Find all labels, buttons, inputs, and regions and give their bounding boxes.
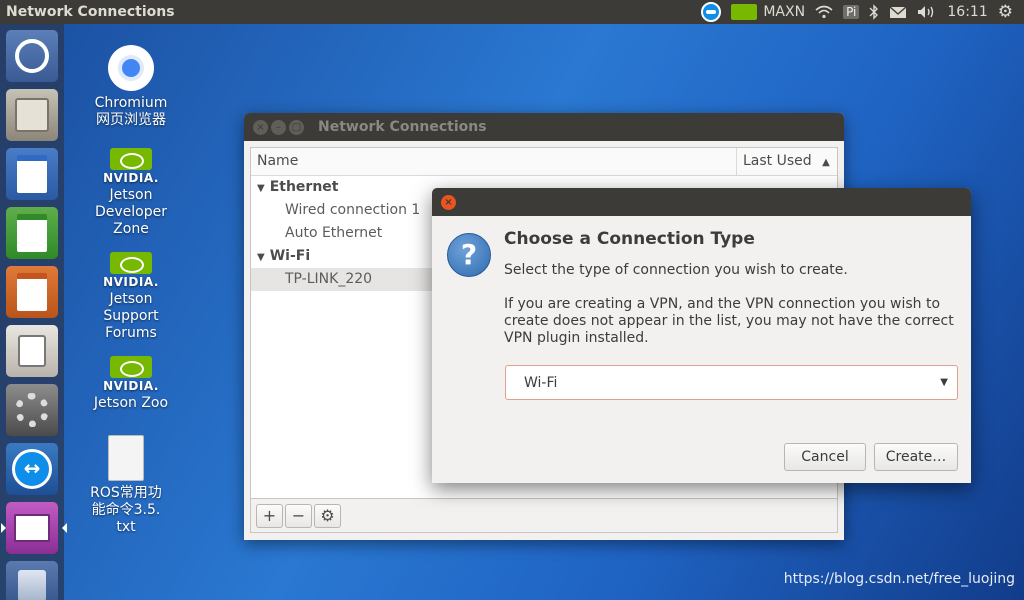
file-cabinet-icon: [15, 98, 49, 132]
group-label: Wi-Fi: [269, 248, 311, 264]
dialog-heading: Choose a Connection Type: [504, 229, 755, 249]
desktop-icon-label: txt: [116, 519, 136, 535]
sort-ascending-icon: ▲: [822, 157, 830, 168]
list-toolbar: + − ⚙: [250, 499, 838, 533]
teamviewer-tray-icon[interactable]: [696, 0, 726, 24]
dialog-subtitle: Select the type of connection you wish t…: [504, 262, 848, 278]
pi-indicator[interactable]: Pi: [838, 0, 864, 24]
column-header-name[interactable]: Name: [251, 148, 737, 175]
network-connections-launcher[interactable]: [1, 502, 67, 554]
selected-connection-type: Wi-Fi: [524, 374, 558, 391]
spreadsheet-icon: [17, 214, 47, 252]
gear-wrench-icon: [15, 393, 49, 427]
edit-connection-gear-button[interactable]: ⚙: [314, 503, 341, 528]
desktop-icon-label: 网页浏览器: [96, 112, 166, 128]
dialog-body-text: If you are creating a VPN, and the VPN c…: [504, 296, 954, 346]
bluetooth-icon[interactable]: [864, 0, 884, 24]
nvidia-wordmark: NVIDIA.: [103, 171, 159, 185]
focused-indicator: [62, 523, 67, 533]
nvidia-wordmark: NVIDIA.: [103, 379, 159, 393]
ubuntu-dash-button[interactable]: [6, 30, 58, 82]
settings-gear-icon[interactable]: ⚙: [993, 0, 1018, 24]
remove-connection-button[interactable]: −: [285, 503, 312, 528]
group-label: Ethernet: [269, 179, 339, 195]
mail-icon[interactable]: [884, 0, 912, 24]
nvidia-power-mode[interactable]: MAXN: [726, 0, 810, 24]
writer-launcher[interactable]: [6, 148, 58, 200]
teamviewer-icon: ↔: [12, 449, 52, 489]
maximize-icon[interactable]: □: [289, 119, 304, 135]
nvidia-logo-icon: [110, 148, 152, 170]
top-panel: Network Connections MAXN Pi 16:11 ⚙: [0, 0, 1024, 24]
desktop-icon-ros-txt[interactable]: ROS常用功 能命令3.5. txt: [81, 435, 171, 536]
running-indicator: [1, 523, 6, 533]
nvidia-mode-label: MAXN: [763, 4, 806, 20]
window-titlebar[interactable]: × – □ Network Connections: [244, 113, 844, 141]
nvidia-logo-icon: [110, 252, 152, 274]
nvidia-wordmark: NVIDIA.: [103, 275, 159, 289]
desktop-icon-label: Chromium: [94, 95, 168, 111]
trash-icon: [18, 570, 46, 600]
dialog-titlebar[interactable]: ×: [432, 188, 971, 216]
launcher: ↔: [0, 24, 67, 600]
close-icon[interactable]: ×: [441, 194, 456, 210]
choose-connection-type-dialog: × ? Choose a Connection Type Select the …: [432, 188, 971, 483]
add-connection-button[interactable]: +: [256, 503, 283, 528]
network-icon: [14, 514, 50, 542]
desktop-icon-jetson-developer-zone[interactable]: NVIDIA. Jetson Developer Zone: [86, 148, 176, 238]
ubuntu-logo-icon: [15, 39, 49, 73]
nvidia-logo-icon: [110, 356, 152, 378]
chromium-icon: [108, 45, 154, 91]
impress-launcher[interactable]: [6, 266, 58, 318]
cancel-button[interactable]: Cancel: [784, 443, 866, 471]
window-controls: × – □: [253, 119, 304, 135]
wifi-icon[interactable]: [810, 0, 838, 24]
expander-down-icon[interactable]: ▼: [257, 246, 265, 269]
files-launcher[interactable]: [6, 89, 58, 141]
trash-launcher[interactable]: [6, 561, 58, 600]
clock[interactable]: 16:11: [942, 0, 992, 24]
desktop-icon-label: ROS常用功: [90, 485, 162, 501]
calc-launcher[interactable]: [6, 207, 58, 259]
desktop-icon-label: Jetson Zoo: [93, 395, 169, 411]
desktop-icon-label: 能命令3.5.: [91, 502, 161, 518]
connection-row-selected[interactable]: TP-LINK_220: [251, 268, 441, 291]
desktop-icon-jetson-zoo[interactable]: NVIDIA. Jetson Zoo: [86, 356, 176, 412]
shopping-bag-icon: [18, 335, 46, 367]
minimize-icon[interactable]: –: [271, 119, 286, 135]
expander-down-icon[interactable]: ▼: [257, 177, 265, 200]
desktop-icon-jetson-support-forums[interactable]: NVIDIA. Jetson Support Forums: [86, 252, 176, 342]
software-center-launcher[interactable]: [6, 325, 58, 377]
question-icon: ?: [447, 233, 491, 277]
desktop-icon-chromium[interactable]: Chromium 网页浏览器: [86, 45, 176, 129]
dropdown-arrow-icon: ▼: [940, 377, 948, 388]
desktop-icon-label: Jetson Support Forums: [103, 291, 159, 341]
system-settings-launcher[interactable]: [6, 384, 58, 436]
system-tray: MAXN Pi 16:11 ⚙: [696, 0, 1018, 24]
blog-watermark: https://blog.csdn.net/free_luojing: [783, 571, 1015, 587]
nvidia-icon: [731, 4, 758, 20]
list-header: Name Last Used ▲: [251, 148, 837, 176]
close-icon[interactable]: ×: [253, 119, 268, 135]
window-title: Network Connections: [318, 119, 487, 135]
column-header-last-used[interactable]: Last Used ▲: [737, 148, 837, 175]
desktop-icon-label: Jetson Developer Zone: [94, 187, 167, 237]
active-app-title: Network Connections: [6, 4, 175, 20]
text-file-icon: [108, 435, 144, 481]
document-icon: [17, 155, 47, 193]
column-header-label: Last Used: [743, 153, 812, 169]
presentation-icon: [17, 273, 47, 311]
create-button[interactable]: Create…: [874, 443, 958, 471]
teamviewer-launcher[interactable]: ↔: [6, 443, 58, 495]
connection-type-select[interactable]: Wi-Fi ▼: [505, 365, 958, 400]
volume-icon[interactable]: [912, 0, 942, 24]
